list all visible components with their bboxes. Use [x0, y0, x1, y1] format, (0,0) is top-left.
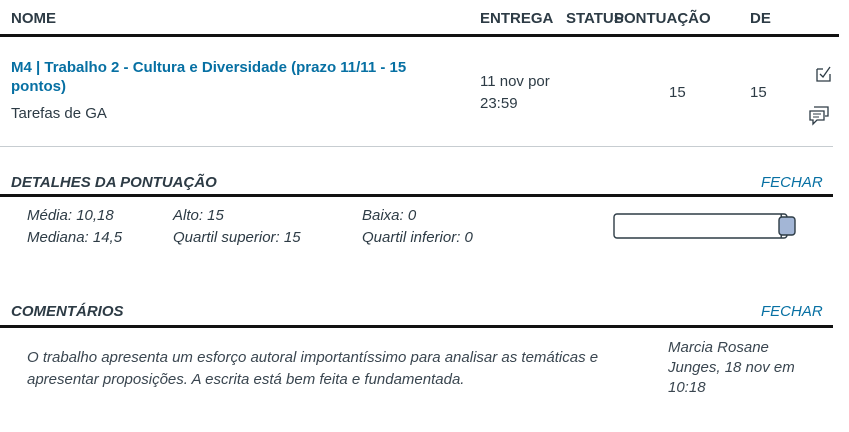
stat-mean: Média: 10,18: [27, 207, 114, 224]
comment-text: O trabalho apresenta um esforço autoral …: [27, 349, 599, 388]
comment-author-time: 10:18: [668, 379, 706, 396]
score-details-divider: [0, 194, 833, 197]
box-plot-score-marker: [778, 216, 796, 236]
column-header-out-of: DE: [750, 10, 771, 27]
comments-divider: [0, 325, 833, 328]
header-divider: [0, 34, 839, 37]
stat-lower-quartile: Quartil inferior: 0: [362, 229, 473, 246]
box-plot-box: [613, 213, 788, 239]
assignment-title-link[interactable]: M4 | Trabalho 2 - Cultura e Diversidade …: [11, 58, 451, 96]
comment-author-date: Junges, 18 nov em: [668, 359, 795, 376]
comments-title: COMENTÁRIOS: [11, 303, 124, 320]
column-header-due: ENTREGA: [480, 10, 554, 27]
assignment-out-of: 15: [750, 84, 767, 101]
stat-median: Mediana: 14,5: [27, 229, 123, 246]
stat-low: Baixa: 0: [362, 207, 417, 224]
score-details-title: DETALHES DA PONTUAÇÃO: [11, 174, 217, 191]
assignment-group: Tarefas de GA: [11, 105, 107, 122]
comment-author-name: Marcia Rosane: [668, 339, 769, 356]
comment-author: Marcia Rosane Junges, 18 nov em 10:18: [668, 338, 795, 398]
checklist-icon[interactable]: [813, 63, 835, 85]
column-header-name: NOME: [11, 10, 56, 27]
score-details-close-link[interactable]: FECHAR: [761, 174, 823, 191]
comment-bubble-icon[interactable]: [808, 104, 830, 126]
due-time: 23:59: [480, 95, 518, 112]
comments-close-link[interactable]: FECHAR: [761, 303, 823, 320]
score-box-plot: [613, 213, 796, 239]
row-divider: [0, 146, 833, 147]
stat-upper-quartile: Quartil superior: 15: [173, 229, 301, 246]
due-date: 11 nov por: [480, 73, 550, 90]
assignment-score: 15: [669, 84, 686, 101]
stat-high: Alto: 15: [173, 207, 224, 224]
column-header-score: PONTUAÇÃO: [614, 10, 711, 27]
